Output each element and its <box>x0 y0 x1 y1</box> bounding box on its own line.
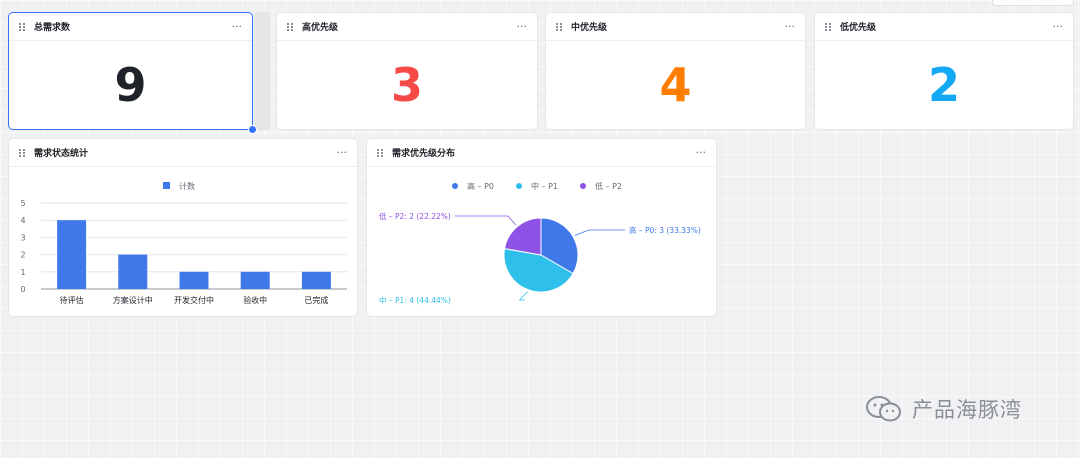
bar[interactable] <box>179 271 209 289</box>
wechat-icon <box>866 396 901 422</box>
pie-chart: 高 – P0 中 – P1 低 – P2 高 – P0: 3 (33.33%) 中 – … <box>379 181 701 305</box>
legend-swatch <box>452 183 458 189</box>
card-title: 总需求数 <box>34 23 71 33</box>
leader-line <box>574 229 625 236</box>
x-tick-label: 开发交付中 <box>174 295 214 305</box>
legend-label: 计数 <box>179 181 195 191</box>
legend-label: 高 – P0 <box>467 181 494 191</box>
more-icon[interactable]: ··· <box>785 21 796 32</box>
slice-label: 高 – P0: 3 (33.33%) <box>629 225 701 235</box>
watermark-text: 产品海豚湾 <box>912 398 1022 422</box>
card-title: 高优先级 <box>302 23 339 33</box>
card-total-requirements[interactable]: 总需求数 ··· 9 <box>8 12 257 134</box>
card-title: 需求状态统计 <box>34 149 89 159</box>
bar[interactable] <box>118 254 148 289</box>
y-tick-label: 5 <box>20 199 25 208</box>
card-header: 中优先级 ··· <box>546 13 805 41</box>
stat-value: 3 <box>390 58 423 112</box>
x-tick-label: 待评估 <box>60 295 84 305</box>
legend-swatch <box>516 183 522 189</box>
y-tick-label: 2 <box>20 251 25 260</box>
y-tick-label: 3 <box>20 233 25 242</box>
legend-label: 低 – P2 <box>595 181 622 191</box>
drag-handle-icon[interactable] <box>287 22 295 32</box>
more-icon[interactable]: ··· <box>696 147 707 158</box>
pie-slice[interactable] <box>503 217 542 256</box>
leader-line <box>518 291 528 301</box>
watermark: 产品海豚湾 <box>864 394 1022 424</box>
card-title: 低优先级 <box>840 23 877 33</box>
bar[interactable] <box>57 220 87 289</box>
stat-value: 4 <box>659 58 692 112</box>
toolbar-button[interactable] <box>992 0 1074 6</box>
x-tick-label: 方案设计中 <box>113 295 153 305</box>
card-header: 高优先级 ··· <box>277 13 537 41</box>
drag-handle-icon[interactable] <box>377 148 385 158</box>
bar[interactable] <box>301 271 331 289</box>
more-icon[interactable]: ··· <box>337 147 348 158</box>
drag-handle-icon[interactable] <box>556 22 564 32</box>
card-high-priority[interactable]: 高优先级 ··· 3 <box>276 12 538 130</box>
stat-value: 9 <box>114 58 147 112</box>
card-title: 中优先级 <box>571 23 608 33</box>
y-tick-label: 4 <box>20 216 25 225</box>
slice-label: 低 – P2: 2 (22.22%) <box>379 211 451 221</box>
legend-label: 中 – P1 <box>531 181 558 191</box>
card-status-chart[interactable]: 需求状态统计 ··· 计数 0 1 2 3 4 5 待评估 方案设计中 开发交付中 验收中 已完成 <box>8 138 358 317</box>
bar[interactable] <box>240 271 270 289</box>
x-tick-label: 已完成 <box>304 295 328 305</box>
legend-swatch <box>163 182 170 189</box>
card-low-priority[interactable]: 低优先级 ··· 2 <box>814 12 1074 130</box>
x-tick-label: 验收中 <box>243 295 267 305</box>
drag-handle-icon[interactable] <box>19 148 27 158</box>
card-title: 需求优先级分布 <box>392 149 456 159</box>
card-header: 需求状态统计 ··· <box>9 139 357 167</box>
y-tick-label: 0 <box>20 285 25 294</box>
card-header: 需求优先级分布 ··· <box>367 139 716 167</box>
card-header: 低优先级 ··· <box>815 13 1073 41</box>
resize-strip <box>254 12 270 130</box>
drag-handle-icon[interactable] <box>19 22 27 32</box>
legend-swatch <box>580 183 586 189</box>
leader-line <box>455 215 517 226</box>
resize-handle[interactable] <box>248 125 257 134</box>
drag-handle-icon[interactable] <box>825 22 833 32</box>
stat-value: 2 <box>927 58 960 112</box>
slice-label: 中 – P1: 4 (44.44%) <box>379 295 451 305</box>
card-mid-priority[interactable]: 中优先级 ··· 4 <box>545 12 806 130</box>
bar-chart: 计数 0 1 2 3 4 5 待评估 方案设计中 开发交付中 验收中 已完成 <box>20 181 347 305</box>
more-icon[interactable]: ··· <box>1053 21 1064 32</box>
card-priority-chart[interactable]: 需求优先级分布 ··· 高 – P0 中 – P1 低 – P2 高 – P0: 3 … <box>366 138 717 317</box>
card-header: 总需求数 ··· <box>9 13 252 41</box>
more-icon[interactable]: ··· <box>232 21 243 32</box>
more-icon[interactable]: ··· <box>517 21 528 32</box>
y-tick-label: 1 <box>20 268 25 277</box>
